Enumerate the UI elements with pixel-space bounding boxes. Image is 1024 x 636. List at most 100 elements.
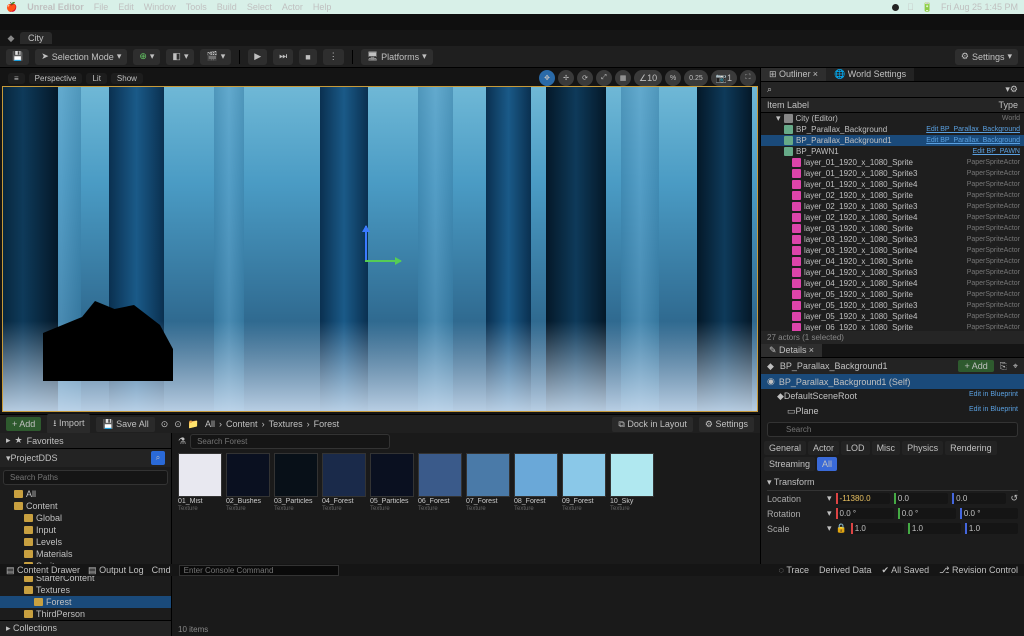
asset-tile[interactable]: 06_ForestTexture	[418, 453, 462, 512]
tab-details[interactable]: ✎ Details ×	[761, 344, 822, 357]
outliner-row[interactable]: layer_03_1920_x_1080_SpritePaperSpriteAc…	[761, 223, 1024, 234]
outliner-row[interactable]: BP_Parallax_Background1Edit BP_Parallax_…	[761, 135, 1024, 146]
maximize-icon[interactable]: ⛶	[740, 70, 756, 86]
asset-tile[interactable]: 01_MistTexture	[178, 453, 222, 512]
gizmo-x-axis[interactable]	[365, 260, 401, 262]
pause-button[interactable]: ⏭	[273, 49, 293, 65]
crumb[interactable]: Forest	[314, 419, 340, 429]
outliner-row[interactable]: layer_02_1920_x_1080_SpritePaperSpriteAc…	[761, 190, 1024, 201]
cmd-label[interactable]: Cmd	[152, 565, 171, 575]
asset-search-input[interactable]	[190, 434, 390, 449]
asset-tile[interactable]: 03_ParticlesTexture	[274, 453, 318, 512]
viewport-menu[interactable]: ≡	[8, 73, 25, 84]
outliner-row[interactable]: layer_04_1920_x_1080_Sprite4PaperSpriteA…	[761, 278, 1024, 289]
menu-window[interactable]: Window	[144, 2, 176, 12]
perspective-button[interactable]: Perspective	[29, 73, 83, 84]
platforms-button[interactable]: 🖥Platforms▾	[361, 49, 433, 65]
folder-row[interactable]: Content	[0, 500, 171, 512]
edit-link[interactable]: Edit in Blueprint	[969, 406, 1018, 417]
crumb[interactable]: Content	[226, 419, 258, 429]
snap-scale[interactable]: 0.25	[684, 70, 708, 86]
outliner-row[interactable]: layer_02_1920_x_1080_Sprite3PaperSpriteA…	[761, 201, 1024, 212]
show-button[interactable]: Show	[111, 73, 143, 84]
cb-import-button[interactable]: ⭳ Import	[47, 414, 90, 434]
category-tab[interactable]: Actor	[808, 441, 839, 455]
outliner-row[interactable]: layer_03_1920_x_1080_Sprite4PaperSpriteA…	[761, 245, 1024, 256]
chevron-down-icon[interactable]: ▾	[827, 508, 832, 519]
outliner-row[interactable]: layer_01_1920_x_1080_SpritePaperSpriteAc…	[761, 157, 1024, 168]
category-tab[interactable]: Rendering	[945, 441, 997, 455]
scale-z[interactable]: 1.0	[965, 523, 1018, 534]
viewport-3d[interactable]	[2, 86, 758, 412]
category-tab[interactable]: Physics	[902, 441, 943, 455]
folder-row[interactable]: Textures	[0, 584, 171, 596]
cb-settings-button[interactable]: ⚙ Settings	[699, 417, 754, 432]
category-tab[interactable]: Misc	[872, 441, 901, 455]
console-input[interactable]	[179, 565, 339, 576]
asset-tile[interactable]: 10_SkyTexture	[610, 453, 654, 512]
outliner-row[interactable]: layer_04_1920_x_1080_SpritePaperSpriteAc…	[761, 256, 1024, 267]
level-tab[interactable]: City	[20, 32, 52, 44]
menu-select[interactable]: Select	[247, 2, 272, 12]
category-tab[interactable]: Streaming	[764, 457, 815, 471]
crumb[interactable]: All	[205, 419, 215, 429]
outliner-row[interactable]: layer_05_1920_x_1080_Sprite3PaperSpriteA…	[761, 300, 1024, 311]
history-back-icon[interactable]: ⊙	[161, 419, 169, 430]
cinematics-button[interactable]: 🎬▾	[200, 49, 231, 65]
rotation-y[interactable]: 0.0 °	[898, 508, 956, 519]
trace-button[interactable]: ◌ Trace	[779, 565, 809, 576]
filter-icon[interactable]: ⚗	[178, 436, 186, 447]
folder-row[interactable]: Levels	[0, 536, 171, 548]
outliner-row[interactable]: layer_03_1920_x_1080_Sprite3PaperSpriteA…	[761, 234, 1024, 245]
location-x[interactable]: -11380.0	[836, 493, 890, 504]
folder-row[interactable]: ThirdPerson	[0, 608, 171, 620]
locate-icon[interactable]: ⌖	[1013, 361, 1018, 372]
location-y[interactable]: 0.0	[894, 493, 948, 504]
snap-angle[interactable]: ∠10	[634, 70, 662, 86]
crumb[interactable]: Textures	[269, 419, 303, 429]
snap-scale-icon[interactable]: %	[665, 70, 681, 86]
asset-tile[interactable]: 08_ForestTexture	[514, 453, 558, 512]
rotation-z[interactable]: 0.0 °	[960, 508, 1018, 519]
gizmo-rotate-icon[interactable]: ⟳	[577, 70, 593, 86]
outliner-row[interactable]: layer_05_1920_x_1080_SpritePaperSpriteAc…	[761, 289, 1024, 300]
cb-add-button[interactable]: + Add	[6, 417, 41, 431]
menu-help[interactable]: Help	[313, 2, 332, 12]
outliner-row[interactable]: layer_02_1920_x_1080_Sprite4PaperSpriteA…	[761, 212, 1024, 223]
asset-tile[interactable]: 02_BushesTexture	[226, 453, 270, 512]
clock[interactable]: Fri Aug 25 1:45 PM	[941, 2, 1018, 12]
edit-link[interactable]: Edit in Blueprint	[969, 391, 1018, 402]
derived-data-button[interactable]: Derived Data	[819, 565, 872, 576]
outliner-row[interactable]: layer_01_1920_x_1080_Sprite3PaperSpriteA…	[761, 168, 1024, 179]
source-search-input[interactable]	[3, 470, 168, 485]
component-self-row[interactable]: ◉ BP_Parallax_Background1 (Self)	[761, 374, 1024, 389]
tab-outliner[interactable]: ⊞ Outliner ×	[761, 68, 826, 81]
outliner-row[interactable]: BP_Parallax_BackgroundEdit BP_Parallax_B…	[761, 124, 1024, 135]
app-name[interactable]: Unreal Editor	[27, 2, 84, 12]
section-transform[interactable]: ▾ Transform	[767, 475, 1018, 491]
stop-button[interactable]: ■	[299, 49, 316, 65]
scale-x[interactable]: 1.0	[851, 523, 904, 534]
close-icon[interactable]: ×	[813, 69, 818, 79]
favorites-header[interactable]: ▸★Favorites	[0, 433, 171, 449]
menu-edit[interactable]: Edit	[118, 2, 134, 12]
lock-icon[interactable]: 🔒	[836, 523, 847, 534]
history-fwd-icon[interactable]: ⊙	[174, 419, 182, 430]
eject-button[interactable]: ⋮	[323, 49, 344, 65]
browse-icon[interactable]: ⎘	[1000, 361, 1007, 372]
outliner-row[interactable]: BP_PAWN1Edit BP_PAWN	[761, 146, 1024, 157]
output-log-button[interactable]: ▤ Output Log	[88, 565, 144, 576]
location-z[interactable]: 0.0	[952, 493, 1006, 504]
outliner-row[interactable]: layer_04_1920_x_1080_Sprite3PaperSpriteA…	[761, 267, 1024, 278]
search-icon[interactable]: ⌕	[151, 451, 165, 465]
folder-row[interactable]: All	[0, 488, 171, 500]
chevron-down-icon[interactable]: ▾	[827, 493, 832, 504]
gizmo-select-icon[interactable]: ✥	[539, 70, 555, 86]
category-tab[interactable]: All	[817, 457, 837, 471]
asset-tile[interactable]: 07_ForestTexture	[466, 453, 510, 512]
folder-icon[interactable]: 📁	[188, 419, 199, 430]
apple-icon[interactable]: 🍎	[6, 2, 17, 13]
add-content-button[interactable]: ⊕▾	[133, 49, 160, 65]
status-dot-icon[interactable]	[892, 4, 899, 11]
category-tab[interactable]: General	[764, 441, 806, 455]
